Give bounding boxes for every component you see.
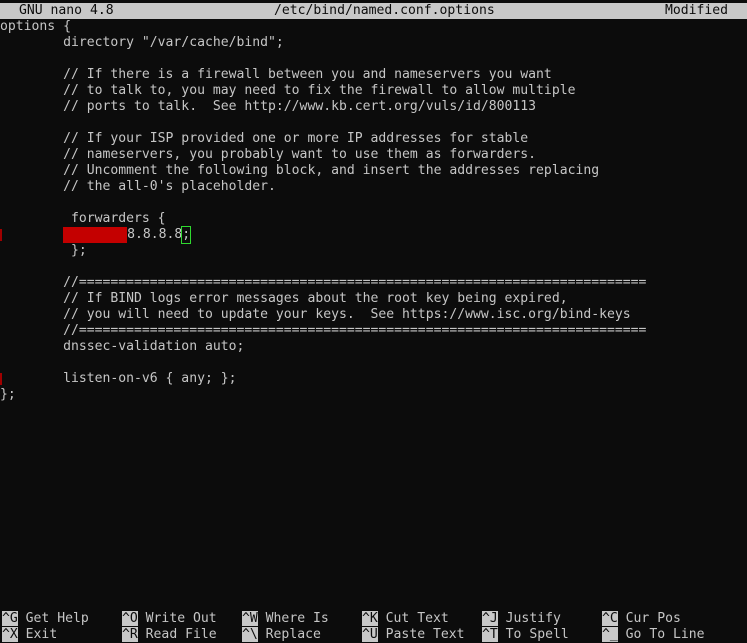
code-line[interactable]: // Uncomment the following block, and in… xyxy=(0,163,599,179)
shortcut-key: ^K xyxy=(362,611,378,626)
code-line[interactable]: //======================================… xyxy=(0,323,646,339)
code-line[interactable]: options { xyxy=(0,19,71,35)
shortcut-key: ^X xyxy=(2,627,18,642)
text-cursor: ; xyxy=(181,226,192,244)
shortcut-label: Read File xyxy=(137,627,217,642)
shortcut-label: To Spell xyxy=(497,627,569,642)
shortcut-key: ^U xyxy=(362,627,378,642)
shortcut-label: Paste Text xyxy=(377,627,465,642)
shortcut-label: Get Help xyxy=(17,611,89,626)
shortcut-read-file[interactable]: ^R Read File xyxy=(122,627,217,643)
shortcut-key: ^G xyxy=(2,611,18,626)
shortcut-key: ^W xyxy=(242,611,258,626)
code-line[interactable]: // If there is a firewall between you an… xyxy=(0,67,552,83)
code-line[interactable]: // If your ISP provided one or more IP a… xyxy=(0,131,528,147)
shortcut-paste-text[interactable]: ^U Paste Text xyxy=(362,627,465,643)
shortcut-key: ^O xyxy=(122,611,138,626)
code-line[interactable]: // you will need to update your keys. Se… xyxy=(0,307,631,323)
shortcut-cur-pos[interactable]: ^C Cur Pos xyxy=(602,611,681,627)
shortcut-key: ^T xyxy=(482,627,498,642)
shortcut-justify[interactable]: ^J Justify xyxy=(482,611,561,627)
code-line[interactable]: listen-on-v6 { any; }; xyxy=(0,371,236,387)
redacted-block xyxy=(63,227,128,243)
code-line[interactable]: // to talk to, you may need to fix the f… xyxy=(0,83,575,99)
shortcut-key: ^C xyxy=(602,611,618,626)
shortcut-key: ^_ xyxy=(602,627,618,642)
shortcut-key: ^R xyxy=(122,627,138,642)
file-path: /etc/bind/named.conf.options xyxy=(274,3,495,18)
shortcut-label: Write Out xyxy=(137,611,217,626)
shortcut-to-spell[interactable]: ^T To Spell xyxy=(482,627,569,643)
shortcut-where-is[interactable]: ^W Where Is xyxy=(242,611,329,627)
modified-status: Modified xyxy=(665,3,729,18)
line-marker xyxy=(0,373,2,385)
code-line[interactable]: forwarders { xyxy=(0,211,166,227)
code-line[interactable]: directory "/var/cache/bind"; xyxy=(0,35,284,51)
code-line[interactable]: 8.8.8.8; xyxy=(0,226,192,244)
code-line[interactable]: // the all-0's placeholder. xyxy=(0,179,276,195)
shortcut-label: Exit xyxy=(17,627,58,642)
shortcut-get-help[interactable]: ^G Get Help xyxy=(2,611,89,627)
code-line[interactable]: }; xyxy=(0,387,16,403)
shortcut-label: Cut Text xyxy=(377,611,449,626)
shortcut-write-out[interactable]: ^O Write Out xyxy=(122,611,217,627)
shortcut-exit[interactable]: ^X Exit xyxy=(2,627,57,643)
shortcut-key: ^\ xyxy=(242,627,258,642)
title-bar: GNU nano 4.8 /etc/bind/named.conf.option… xyxy=(0,3,747,19)
line-marker xyxy=(0,229,2,241)
app-name: GNU nano 4.8 xyxy=(19,3,114,18)
code-line[interactable]: }; xyxy=(0,243,87,259)
code-line[interactable]: // If BIND logs error messages about the… xyxy=(0,291,568,307)
shortcut-label: Justify xyxy=(497,611,561,626)
shortcut-label: Where Is xyxy=(257,611,329,626)
shortcut-key: ^J xyxy=(482,611,498,626)
code-line[interactable]: //======================================… xyxy=(0,275,646,291)
shortcut-cut-text[interactable]: ^K Cut Text xyxy=(362,611,449,627)
shortcut-go-to-line[interactable]: ^_ Go To Line xyxy=(602,627,705,643)
shortcut-replace[interactable]: ^\ Replace xyxy=(242,627,321,643)
code-line[interactable]: dnssec-validation auto; xyxy=(0,339,244,355)
shortcut-label: Cur Pos xyxy=(617,611,681,626)
code-line[interactable]: // nameservers, you probably want to use… xyxy=(0,147,536,163)
forwarder-ip: 8.8.8.8 xyxy=(127,227,183,242)
shortcut-label: Go To Line xyxy=(617,627,705,642)
shortcut-label: Replace xyxy=(257,627,321,642)
code-line[interactable]: // ports to talk. See http://www.kb.cert… xyxy=(0,99,536,115)
